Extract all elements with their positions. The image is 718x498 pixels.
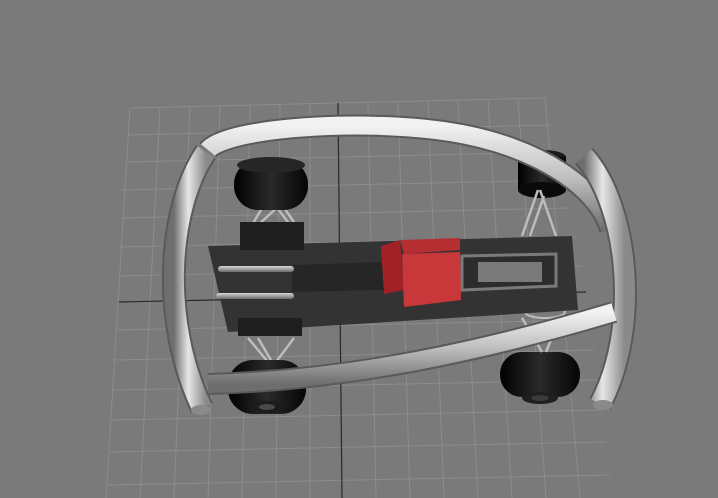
- pedal-block: [238, 318, 302, 336]
- tire-icon: [500, 352, 580, 397]
- engine-block-icon: [381, 240, 404, 294]
- suspension-arm-front-left: [247, 337, 295, 363]
- viewport-canvas[interactable]: [0, 0, 718, 498]
- axle-rod-upper: [218, 266, 294, 272]
- tire-rear-left[interactable]: [234, 157, 308, 210]
- tire-front-right[interactable]: [500, 352, 580, 404]
- axle-rod-lower: [216, 293, 294, 299]
- seat-block: [240, 222, 304, 250]
- 3d-viewport[interactable]: [0, 0, 718, 498]
